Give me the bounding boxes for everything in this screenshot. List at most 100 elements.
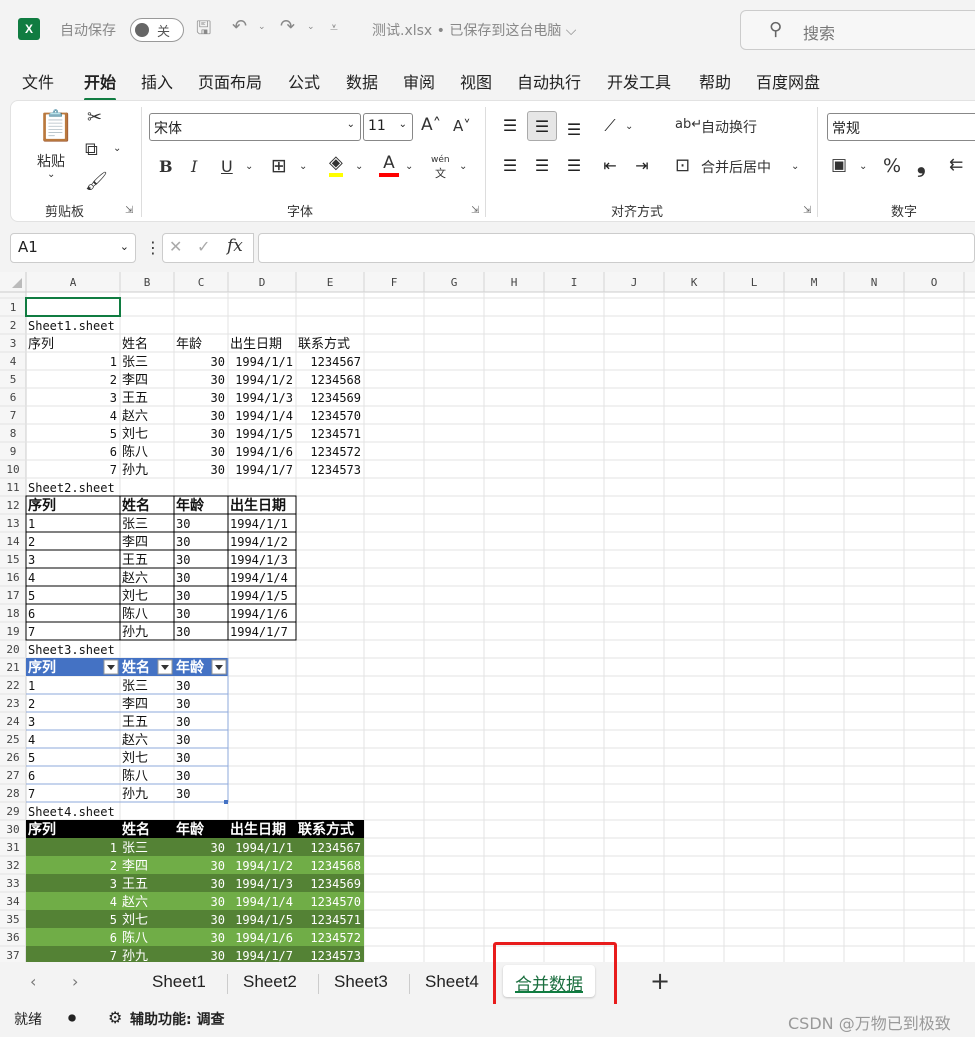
row-header-21: 21: [6, 661, 19, 674]
accessibility-status[interactable]: 辅助功能: 调查: [130, 1009, 224, 1029]
customize-toolbar-icon[interactable]: ⩡: [330, 20, 338, 36]
currency-format-icon[interactable]: ▣: [831, 155, 847, 175]
borders-dropdown-icon[interactable]: ⌄: [299, 161, 307, 172]
font-color-dropdown-icon[interactable]: ⌄: [405, 161, 413, 172]
group-separator: [485, 107, 486, 217]
tab-home[interactable]: 开始: [84, 69, 117, 101]
borders-icon[interactable]: ⊞: [271, 155, 287, 177]
align-middle-icon[interactable]: ☰: [527, 111, 557, 141]
phonetic-icon-bottom[interactable]: 文: [435, 165, 446, 181]
tab-insert[interactable]: 插入: [141, 69, 173, 93]
italic-button[interactable]: I: [191, 157, 197, 176]
redo-icon[interactable]: ↷: [280, 16, 295, 37]
undo-icon[interactable]: ↶: [232, 16, 247, 37]
more-options-icon[interactable]: ⋮: [145, 238, 161, 257]
sheet-tab-sheet1[interactable]: Sheet1: [152, 972, 206, 992]
increase-decimal-icon[interactable]: ⇇: [949, 155, 963, 175]
table-cell: 30: [211, 355, 225, 369]
paste-label[interactable]: 粘贴: [37, 151, 65, 171]
sheet-tab-sheet4[interactable]: Sheet4: [425, 972, 479, 992]
font-size-select[interactable]: 11 ⌄: [363, 113, 413, 141]
tab-baidu-netdisk[interactable]: 百度网盘: [756, 69, 820, 93]
table-cell: 1994/1/5: [230, 589, 288, 603]
currency-dropdown-icon[interactable]: ⌄: [859, 161, 867, 172]
grow-font-icon[interactable]: A˄: [421, 115, 441, 135]
table-cell: 赵六: [122, 895, 148, 910]
tab-automate[interactable]: 自动执行: [517, 69, 581, 93]
accessibility-icon[interactable]: ⚙: [108, 1008, 122, 1027]
align-bottom-icon[interactable]: ☰: [559, 115, 589, 145]
cancel-icon[interactable]: ✕: [169, 237, 182, 256]
redo-dropdown-icon[interactable]: ⌄: [307, 22, 315, 32]
enter-icon[interactable]: ✓: [197, 237, 210, 256]
undo-dropdown-icon[interactable]: ⌄: [258, 22, 266, 32]
fill-color-icon[interactable]: ◈: [329, 153, 343, 177]
formula-input[interactable]: [258, 233, 975, 263]
align-top-icon[interactable]: ☰: [495, 111, 525, 141]
tab-review[interactable]: 审阅: [403, 69, 435, 93]
bordered-cell: [25, 567, 121, 587]
alignment-launcher-icon[interactable]: ⇲: [803, 205, 811, 216]
underline-button[interactable]: U: [221, 157, 233, 176]
paste-dropdown-icon[interactable]: ⌄: [47, 169, 55, 180]
font-color-icon[interactable]: A: [379, 153, 399, 177]
merge-dropdown-icon[interactable]: ⌄: [791, 161, 799, 172]
tab-formulas[interactable]: 公式: [288, 69, 320, 93]
row-header-10: 10: [6, 463, 19, 476]
tab-file[interactable]: 文件: [22, 69, 54, 93]
align-right-icon[interactable]: ☰: [559, 151, 589, 181]
tab-view[interactable]: 视图: [460, 69, 492, 93]
row-header-29: 29: [6, 805, 19, 818]
orientation-dropdown-icon[interactable]: ⌄: [625, 121, 633, 132]
comma-style-button[interactable]: ❟: [917, 153, 926, 178]
number-format-select[interactable]: 常规: [827, 113, 975, 141]
decrease-indent-icon[interactable]: ⇤: [595, 151, 625, 181]
table-cell: 刘七: [122, 589, 148, 604]
autosave-toggle[interactable]: 关: [130, 18, 184, 42]
worksheet-grid[interactable]: A B C D E F G H I J K L M N O 1 2 3 4 5 6 7 8 9 10 11 12 13 14 15 16 17…: [0, 272, 975, 962]
font-name-select[interactable]: 宋体 ⌄: [149, 113, 361, 141]
merge-center-icon[interactable]: ⊡: [675, 155, 690, 176]
name-box[interactable]: A1 ⌄: [10, 233, 136, 263]
bold-button[interactable]: B: [159, 157, 173, 176]
table-cell: 30: [176, 535, 190, 549]
percent-style-button[interactable]: %: [883, 155, 901, 177]
macro-record-icon[interactable]: ⏺: [68, 1008, 76, 1028]
merge-center-button[interactable]: 合并后居中: [701, 157, 771, 177]
copy-icon[interactable]: ⧉: [85, 139, 98, 160]
table-resize-handle: [224, 800, 228, 804]
next-sheet-icon[interactable]: ›: [72, 972, 78, 991]
add-sheet-button[interactable]: +: [650, 967, 670, 995]
cut-icon[interactable]: ✂: [87, 107, 102, 128]
phonetic-icon-top[interactable]: wén: [431, 155, 450, 165]
sheet-tab-sheet3[interactable]: Sheet3: [334, 972, 388, 992]
tab-help[interactable]: 帮助: [699, 69, 731, 93]
save-icon[interactable]: 🖫: [196, 16, 211, 46]
tab-data[interactable]: 数据: [346, 69, 378, 93]
wrap-text-button[interactable]: 自动换行: [701, 117, 757, 137]
orientation-icon[interactable]: ⟋: [595, 111, 625, 141]
copy-dropdown-icon[interactable]: ⌄: [113, 143, 121, 154]
table-cell: 3: [28, 715, 35, 729]
shrink-font-icon[interactable]: A˅: [453, 117, 471, 135]
format-painter-icon[interactable]: 🖌: [85, 171, 108, 192]
fill-color-dropdown-icon[interactable]: ⌄: [355, 161, 363, 172]
clipboard-launcher-icon[interactable]: ⇲: [125, 205, 133, 216]
document-title[interactable]: 测试.xlsx • 已保存到这台电脑 ⌵: [372, 20, 576, 40]
font-launcher-icon[interactable]: ⇲: [471, 205, 479, 216]
row-header-2: 2: [10, 319, 17, 332]
align-center-icon[interactable]: ☰: [527, 151, 557, 181]
underline-dropdown-icon[interactable]: ⌄: [245, 161, 253, 172]
align-left-icon[interactable]: ☰: [495, 151, 525, 181]
paste-icon[interactable]: 📋: [37, 109, 74, 144]
table-cell: 30: [211, 877, 225, 891]
search-input[interactable]: ⚲ 搜索: [740, 10, 975, 50]
sheet-tab-sheet2[interactable]: Sheet2: [243, 972, 297, 992]
wrap-text-icon[interactable]: ab↵: [675, 117, 702, 132]
prev-sheet-icon[interactable]: ‹: [30, 972, 36, 991]
phonetic-dropdown-icon[interactable]: ⌄: [459, 161, 467, 172]
insert-function-icon[interactable]: fx: [227, 236, 243, 256]
tab-developer[interactable]: 开发工具: [607, 69, 671, 93]
increase-indent-icon[interactable]: ⇥: [627, 151, 657, 181]
tab-page-layout[interactable]: 页面布局: [198, 69, 262, 93]
